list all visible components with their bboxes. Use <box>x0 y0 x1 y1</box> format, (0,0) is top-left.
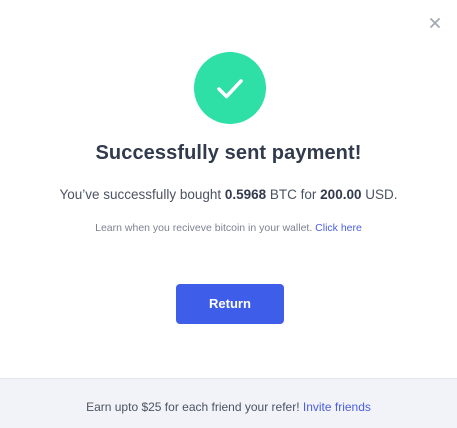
close-button[interactable] <box>427 15 443 31</box>
checkmark-icon <box>217 79 243 99</box>
usd-amount: 200.00 <box>320 187 362 202</box>
success-badge <box>194 52 266 124</box>
summary-prefix: You’ve successfully bought <box>59 187 225 202</box>
wallet-info-text: Learn when you reciveve bitcoin in your … <box>95 222 316 234</box>
summary-suffix: USD. <box>361 187 398 202</box>
invite-friends-link[interactable]: Invite friends <box>303 400 371 414</box>
purchase-summary: You’ve successfully bought 0.5968 BTC fo… <box>0 187 457 202</box>
referral-footer: Earn upto $25 for each friend your refer… <box>0 378 457 428</box>
btc-amount: 0.5968 <box>224 187 267 202</box>
page-title: Successfully sent payment! <box>95 142 362 164</box>
click-here-link[interactable]: Click here <box>315 222 362 234</box>
close-icon <box>430 18 440 28</box>
summary-middle: BTC for <box>266 187 321 202</box>
payment-success-modal: Successfully sent payment! You’ve succes… <box>0 0 457 428</box>
referral-text: Earn upto $25 for each friend your refer… <box>86 400 303 414</box>
wallet-info: Learn when you reciveve bitcoin in your … <box>0 222 457 234</box>
return-button[interactable]: Return <box>176 284 284 324</box>
